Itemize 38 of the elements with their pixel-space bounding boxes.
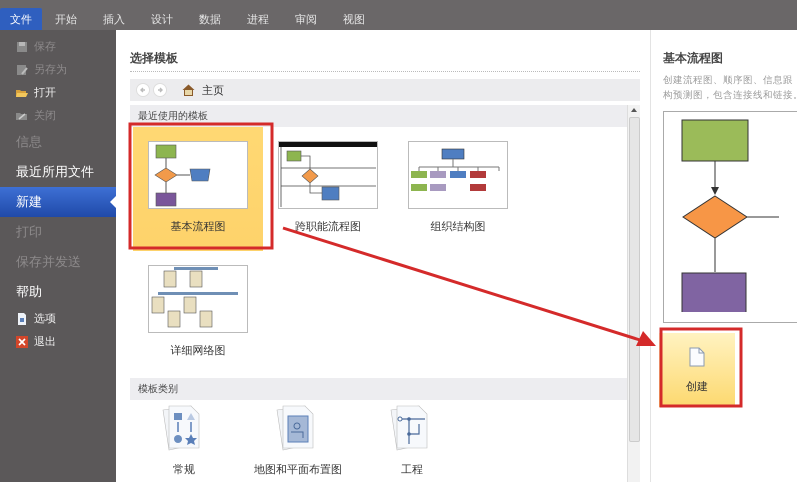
forward-icon[interactable] (153, 83, 167, 97)
menu-item[interactable]: 退出 (0, 330, 116, 353)
category-tile[interactable]: 地图和平面布置图 (234, 400, 362, 477)
document-icon (689, 346, 705, 366)
menu-item[interactable]: 最近所用文件 (0, 157, 116, 187)
back-icon[interactable] (136, 83, 150, 97)
category-tile[interactable]: 常规 (134, 400, 234, 477)
preview-title: 基本流程图 (663, 50, 724, 67)
scrollbar[interactable] (627, 105, 640, 482)
scrollbar-thumb[interactable] (628, 117, 640, 442)
template-tile[interactable]: 跨职能流程图 (263, 127, 393, 251)
template-tile[interactable]: 详细网络图 (133, 251, 263, 375)
group-header: 模板类别 (130, 378, 627, 400)
menu-item[interactable]: 选项 (0, 307, 116, 330)
menu-item[interactable]: 打开 (0, 81, 116, 104)
ribbon-tab[interactable]: 插入 (90, 8, 138, 30)
location-label: 主页 (202, 84, 224, 98)
disk-pencil-icon (16, 64, 28, 76)
ribbon-tab[interactable]: 文件 (0, 8, 42, 30)
ribbon-tab[interactable]: 开始 (42, 8, 90, 30)
ribbon-tab[interactable]: 设计 (138, 8, 186, 30)
section-heading: 选择模板 (130, 30, 640, 72)
ribbon-tab[interactable]: 审阅 (282, 8, 330, 30)
menu-item[interactable]: 帮助 (0, 277, 116, 307)
ribbon-tab[interactable]: 视图 (330, 8, 378, 30)
group-header: 最近使用的模板 (130, 105, 627, 127)
template-tile[interactable]: 组织结构图 (393, 127, 523, 251)
category-tile[interactable]: 工程 (362, 400, 462, 477)
create-button[interactable]: 创建 (659, 333, 735, 407)
template-tile[interactable]: 基本流程图 (133, 127, 263, 251)
home-icon[interactable] (182, 84, 195, 96)
ribbon-tab[interactable]: 数据 (186, 8, 234, 30)
preview-description: 创建流程图、顺序图、信息跟 (663, 74, 794, 88)
ribbon-tab[interactable]: 进程 (234, 8, 282, 30)
document-icon (16, 312, 28, 324)
close-icon (16, 336, 28, 348)
preview-description: 构预测图，包含连接线和链接。 (663, 89, 797, 103)
menu-item[interactable]: 新建 (0, 187, 116, 217)
